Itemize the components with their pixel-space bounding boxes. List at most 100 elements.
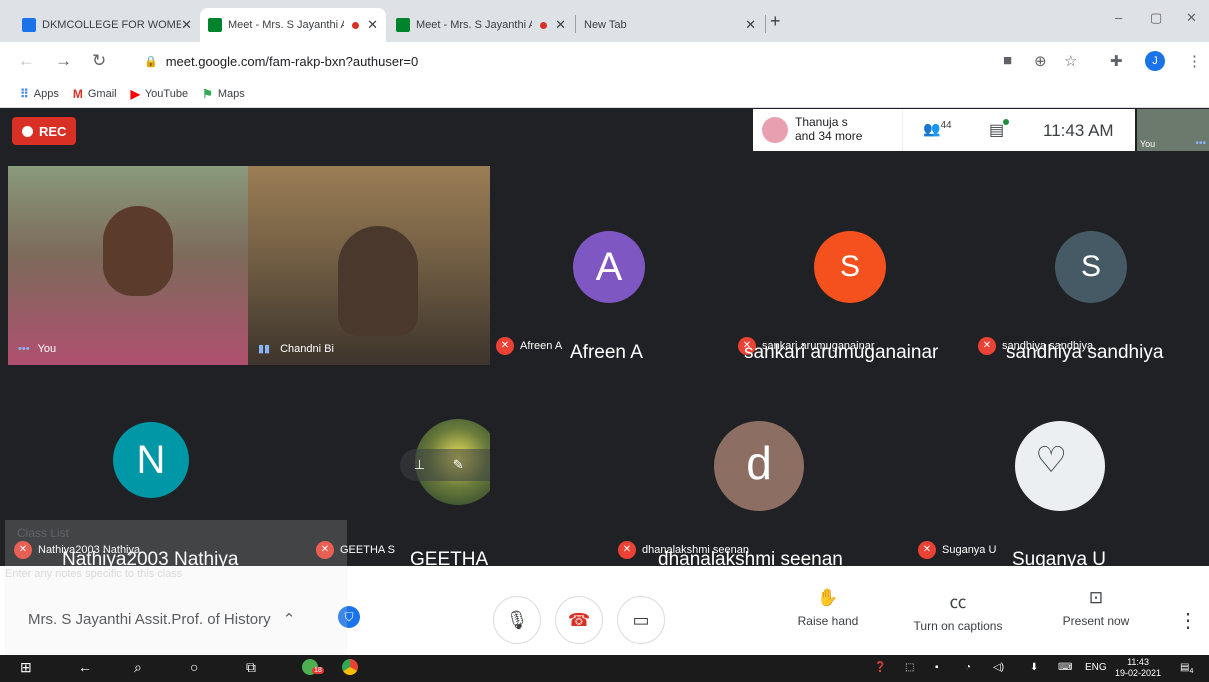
bookmark-label: Gmail [87,87,117,100]
self-view-thumbnail[interactable]: You ••• [1137,109,1209,151]
record-dot-icon [22,125,33,137]
bookmark-label: YouTube [144,87,189,100]
participant-tile-dhanalakshmi[interactable]: d dhanalakshmi seenan [492,367,970,566]
help-icon[interactable]: ❓ [874,662,886,673]
tab-new-tab[interactable]: New Tab ✕ [576,8,764,42]
participant-tile-sankari[interactable]: S ✕ sankari arumuganainar sankari arumug… [734,166,970,365]
language-indicator[interactable]: ENG [1085,662,1107,673]
tab-meet-active[interactable]: Meet - Mrs. S Jayanthi Ass ✕ [200,8,386,42]
participant-caption-name: Afreen A [570,342,643,363]
profile-avatar[interactable]: J [1145,51,1165,71]
mic-off-icon: ✕ [918,541,936,559]
more-options-icon[interactable]: ••• [18,343,30,355]
joiner-avatar [762,117,788,143]
windows-start-icon[interactable]: ⊞ [20,659,32,676]
bookmark-youtube[interactable]: ▶ YouTube [131,87,188,101]
camera-in-use-icon[interactable]: ■ [1003,52,1012,69]
search-icon[interactable]: ⌕ [134,659,142,676]
bookmarks-bar: ⠿ Apps M Gmail ▶ YouTube ⚑ Maps [0,80,1209,108]
close-tab-icon[interactable]: ✕ [367,17,378,33]
window-close-icon[interactable]: ✕ [1186,10,1197,26]
download-icon[interactable]: ⬇ [1030,662,1038,673]
self-label: You [1140,139,1156,149]
tab-dkmcollege[interactable]: DKMCOLLEGE FOR WOMEN - ✕ [14,8,200,42]
captions-button[interactable]: ㏄ Turn on captions [908,588,1008,633]
participant-avatar: N [113,422,189,498]
new-tab-button[interactable]: + [770,11,781,32]
leave-call-button[interactable]: ☎ [555,596,603,644]
close-tab-icon[interactable]: ✕ [555,17,566,33]
participant-name: Afreen A [520,340,563,352]
meet-favicon-icon [208,18,222,32]
bookmark-star-icon[interactable]: ☆ [1064,52,1077,70]
participant-tile-suganya[interactable]: ♡ Suganya U [972,367,1209,566]
tile-name-label: ✕ dhanalakshmi seenan [618,541,749,559]
pin-icon[interactable]: ⊥ [414,457,425,473]
clock-date: 19-02-2021 [1115,668,1162,678]
more-options-icon[interactable]: ⋮ [1178,608,1198,633]
system-clock[interactable]: 11:43 19-02-2021 [1115,657,1161,679]
participant-caption-name: GEETHA S [410,549,490,566]
camera-tray-icon[interactable]: ▪ [935,662,939,673]
chrome-menu-icon[interactable]: ⋮ [1187,52,1202,70]
maps-icon: ⚑ [202,86,213,101]
hang-up-icon: ☎ [567,610,591,630]
participant-tile-chandni[interactable]: ▮▮ Chandni Bi [248,166,490,365]
participant-tile-afreen[interactable]: A ✕ Afreen A Afreen A [492,166,732,365]
class-list-overlay[interactable]: Class List Enter any notes specific to t… [5,520,347,655]
tab-divider [765,15,766,33]
meet-favicon-icon [396,18,410,32]
volume-icon[interactable]: ◁) [993,662,1004,673]
joiner-name: Thanuja s [795,115,848,129]
extensions-icon[interactable]: ✚ [1110,52,1123,70]
participant-avatar: S [1055,231,1127,303]
camera-button[interactable]: ▭ [617,596,665,644]
raise-hand-label: Raise hand [797,614,859,628]
back-icon[interactable]: ← [18,51,35,71]
clock-time: 11:43 [1127,657,1149,667]
task-view-icon[interactable]: ⧉ [246,659,256,676]
app-badge-icon[interactable]: 18 [302,659,324,678]
participant-name: dhanalakshmi seenan [642,544,750,556]
people-button[interactable]: 👥44 [923,120,952,138]
joiners-notification[interactable]: Thanuja s and 34 more [753,109,903,151]
badge-count: 18 [312,667,324,674]
class-notes-input[interactable]: Enter any notes specific to this class [5,568,182,580]
tile-name-label: ✕ Suganya U [918,541,996,559]
present-now-button[interactable]: ⊡ Present now [1054,588,1138,628]
chrome-taskbar-icon[interactable] [342,659,358,678]
notifications-icon[interactable]: ▤4 [1180,662,1193,675]
participant-video-figure [103,206,173,296]
mic-off-icon: ✕ [618,541,636,559]
meet-top-bar: Thanuja s and 34 more 👥44 ▤ 11:43 AM [753,109,1135,151]
participant-tile-you[interactable]: ••• You [8,166,248,365]
maximize-icon[interactable]: ▢ [1150,10,1162,26]
reload-icon[interactable]: ↻ [92,51,106,71]
raise-hand-button[interactable]: ✋ Raise hand [788,588,868,628]
back-icon[interactable]: ← [78,659,92,675]
more-options-icon[interactable]: ••• [1195,138,1206,149]
mute-participant-icon[interactable]: ✎ [453,457,464,473]
participant-tile-sandhiya[interactable]: S ✕ sandhiya sandhiya sandhiya sandhiya [972,166,1209,365]
chat-icon[interactable]: ▤ [989,120,1004,140]
microphone-button[interactable]: 🎙 [493,596,541,644]
tab-title: Meet - Mrs. S Jayanthi Ass [416,19,532,31]
recording-indicator-icon [540,21,548,29]
forward-icon[interactable]: → [55,51,72,71]
windows-taskbar: ⊞ ← ⌕ ○ ⧉ 18 ❓ ⬚ ▪ ◔ ◁) ⬇ ⌨ ENG 11:43 19… [0,655,1209,682]
url-text: meet.google.com/fam-rakp-bxn?authuser=0 [165,53,419,69]
tray-icon[interactable]: ⬚ [905,662,914,673]
close-tab-icon[interactable]: ✕ [181,17,192,33]
audio-level-icon: ▮▮ [258,343,271,355]
bookmark-apps[interactable]: ⠿ Apps [20,87,59,101]
wifi-icon[interactable]: ◔ [965,662,971,673]
zoom-icon[interactable]: ⊕ [1034,52,1047,70]
tab-meet-2[interactable]: Meet - Mrs. S Jayanthi Ass ✕ [388,8,574,42]
close-tab-icon[interactable]: ✕ [745,17,756,33]
keyboard-icon[interactable]: ⌨ [1058,662,1072,673]
minimize-icon[interactable]: – [1115,10,1122,25]
address-bar[interactable]: 🔒 meet.google.com/fam-rakp-bxn?authuser=… [134,46,984,76]
bookmark-gmail[interactable]: M Gmail [73,87,117,101]
bookmark-maps[interactable]: ⚑ Maps [202,87,245,101]
cortana-icon[interactable]: ○ [190,659,198,675]
